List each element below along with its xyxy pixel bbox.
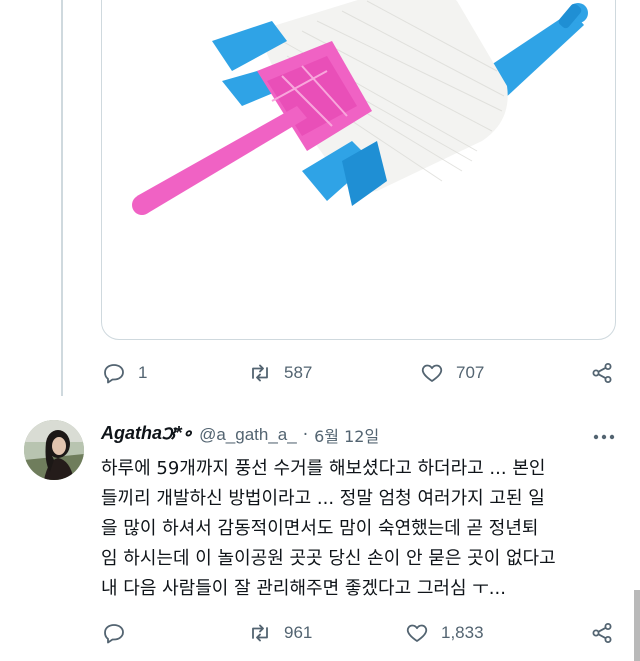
top-tweet-action-bar: 1 587 707	[100, 358, 620, 388]
tweet-text-line: 들끼리 개발하신 방법이라고 ... 정말 엄청 여러가지 고된 일	[101, 488, 545, 509]
tweet-media-image[interactable]	[101, 0, 616, 340]
scrollbar[interactable]	[634, 590, 640, 661]
reply-header: Agatha౫*∘ @a_gath_a_ · 6월 12일	[101, 422, 379, 448]
more-options-button[interactable]	[592, 428, 616, 440]
heart-icon	[421, 364, 443, 382]
retweet-count: 587	[284, 363, 313, 382]
reply-icon	[104, 624, 124, 644]
like-button[interactable]: 1,833	[405, 621, 484, 645]
separator-dot: ·	[302, 425, 309, 445]
profile-photo	[24, 420, 84, 480]
user-handle[interactable]: @a_gath_a_	[199, 425, 297, 445]
reply-icon	[104, 364, 124, 384]
reply-button[interactable]: 1	[102, 361, 147, 385]
like-count: 1,833	[441, 623, 484, 642]
tweet-text: 하루에 59개까지 풍선 수거를 해보셨다고 하더라고 ... 본인 들끼리 개…	[101, 454, 631, 604]
display-name[interactable]: Agatha౫*∘	[101, 423, 193, 448]
like-button[interactable]: 707	[420, 361, 484, 385]
tweet-text-line: 을 많이 하셔서 감동적이면서도 맘이 숙연했는데 곧 정년퇴	[101, 518, 539, 539]
reply-count: 1	[138, 363, 148, 382]
retweet-button[interactable]: 961	[248, 621, 312, 645]
retweet-icon	[252, 364, 268, 382]
retweet-icon	[252, 624, 268, 642]
reply-button[interactable]	[102, 621, 138, 645]
retweet-button[interactable]: 587	[248, 361, 312, 385]
heart-icon	[406, 624, 428, 642]
more-options-icon	[593, 434, 615, 440]
retweet-count: 961	[284, 623, 313, 642]
like-count: 707	[456, 363, 485, 382]
avatar[interactable]	[24, 420, 84, 480]
share-button[interactable]	[590, 621, 614, 645]
tweet-date[interactable]: 6월 12일	[314, 423, 379, 447]
tweet-text-line: 임 하시는데 이 놀이공원 곳곳 당신 손이 안 묻은 곳이 없다고	[101, 548, 556, 569]
tweet-text-line: 내 다음 사람들이 잘 관리해주면 좋겠다고 그러심 ㅜ...	[101, 578, 506, 599]
share-button[interactable]	[590, 361, 614, 385]
reply-action-bar: 961 1,833	[100, 618, 620, 648]
string-spool-illustration	[132, 0, 588, 215]
share-icon	[592, 623, 612, 643]
share-icon	[592, 363, 612, 383]
thread-connector-line	[61, 0, 63, 396]
tweet-text-line: 하루에 59개까지 풍선 수거를 해보셨다고 하더라고 ... 본인	[101, 458, 546, 479]
